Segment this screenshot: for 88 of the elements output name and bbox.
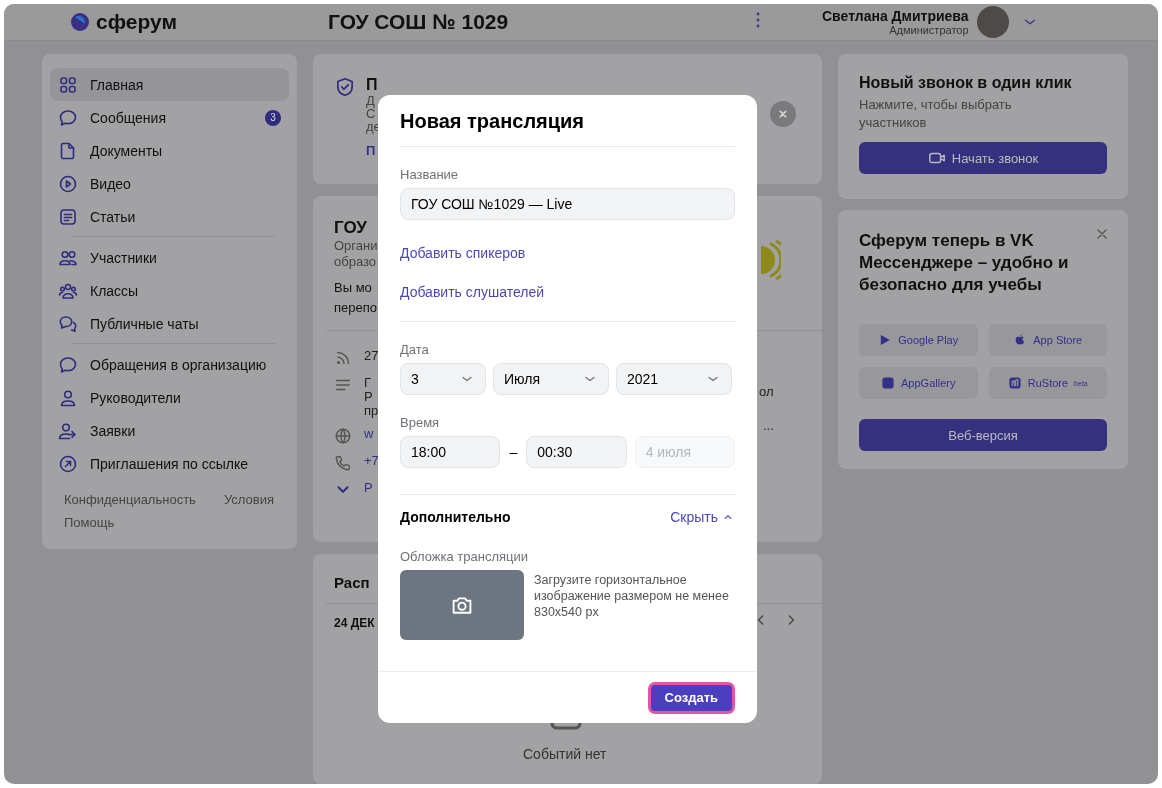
arrow-circle-icon bbox=[58, 453, 78, 474]
date-select[interactable]: Июля bbox=[493, 363, 609, 395]
store-button[interactable]: Google Play bbox=[859, 324, 978, 356]
org-subtitle: образо bbox=[334, 254, 377, 270]
photo-placeholder[interactable] bbox=[400, 570, 524, 640]
person-icon bbox=[58, 387, 78, 408]
logo-icon bbox=[70, 12, 90, 32]
empty-state-text: Событий нет bbox=[523, 746, 607, 762]
add-link[interactable]: Добавить слушателей bbox=[400, 284, 735, 300]
field-label: Время bbox=[400, 415, 441, 430]
sidebar-item[interactable]: Документы bbox=[50, 134, 289, 167]
date-select[interactable]: 3 bbox=[400, 363, 486, 395]
modal-title: Новая трансляция bbox=[400, 95, 735, 147]
avatar[interactable] bbox=[976, 6, 1009, 38]
date-select[interactable]: 2021 bbox=[616, 363, 732, 395]
card-title: Новый звонок в один клик bbox=[859, 74, 1073, 92]
end-date-field: 4 июля bbox=[634, 436, 735, 468]
org-title: ГОУ bbox=[334, 218, 367, 238]
footer-link[interactable]: Помощь bbox=[64, 515, 115, 530]
org-subtitle: Органи bbox=[334, 238, 378, 254]
notice-title: П bbox=[366, 76, 379, 94]
create-button[interactable]: Создать bbox=[647, 681, 735, 714]
sidebar-item[interactable]: Заявки bbox=[50, 414, 289, 447]
user-role: Администратор bbox=[889, 24, 969, 36]
sidebar-item[interactable]: Видео bbox=[50, 167, 289, 200]
phone-icon bbox=[334, 454, 352, 472]
web-version-button[interactable]: Веб-версия bbox=[859, 419, 1107, 451]
sidebar-item[interactable]: Обращения в организацию bbox=[50, 348, 289, 381]
sidebar-item[interactable]: Публичные чаты bbox=[50, 307, 289, 340]
name-field[interactable]: ГОУ СОШ №1029 — Live bbox=[400, 188, 735, 220]
field-label: Название bbox=[400, 167, 460, 182]
time-field[interactable]: 00:30 bbox=[526, 436, 627, 468]
field-label: Обложка трансляции bbox=[400, 549, 529, 564]
sidebar-item[interactable]: Руководители bbox=[50, 381, 289, 414]
schedule-date: 24 ДЕК bbox=[334, 616, 375, 630]
info-text: Г bbox=[364, 376, 373, 390]
store-button[interactable]: App Store bbox=[988, 324, 1107, 356]
info-text: Р bbox=[364, 390, 374, 404]
section-title: Дополнительно bbox=[400, 509, 511, 525]
play-circle-icon bbox=[58, 173, 78, 194]
card-subtitle: Нажмите, чтобы выбрать участников bbox=[859, 96, 1013, 132]
field-label: Дата bbox=[400, 342, 430, 357]
globe-icon bbox=[334, 427, 352, 445]
info-text: пр bbox=[364, 404, 379, 418]
notice-text: С bbox=[366, 107, 377, 120]
contact-link[interactable]: w bbox=[364, 427, 374, 441]
sidebar-item[interactable]: Статьи bbox=[50, 200, 289, 233]
chat-bubbles-icon bbox=[58, 313, 78, 334]
article-icon bbox=[58, 206, 78, 227]
shield-check-icon bbox=[334, 76, 356, 98]
collapse-toggle[interactable]: Скрыть bbox=[670, 509, 735, 525]
promo-title: Сферум теперь в VK Мессенджере – удобно и безопасно для учебы bbox=[859, 230, 1070, 296]
info-text: ... bbox=[763, 418, 774, 433]
contact-link[interactable]: +7 bbox=[364, 454, 379, 468]
footer-link[interactable]: Условия bbox=[223, 492, 274, 507]
add-link[interactable]: Добавить спикеров bbox=[400, 245, 735, 261]
store-button[interactable]: AppGallery bbox=[859, 367, 978, 399]
grid-icon bbox=[58, 74, 78, 95]
organization-title: ГОУ СОШ № 1029 bbox=[328, 10, 510, 34]
sidebar-item[interactable]: Главная bbox=[50, 68, 289, 101]
sidebar-item[interactable]: Приглашения по ссылке bbox=[50, 447, 289, 480]
start-call-button[interactable]: Начать звонок bbox=[859, 142, 1107, 174]
sidebar-item[interactable]: Участники bbox=[50, 241, 289, 274]
footer-link[interactable]: Конфиденциальность bbox=[64, 492, 196, 507]
store-button[interactable]: RuStore $^{beta}$ bbox=[988, 367, 1107, 399]
logo-text[interactable]: сферум bbox=[96, 10, 177, 34]
info-text: ол bbox=[759, 384, 774, 399]
school-logo-drawing bbox=[759, 240, 781, 280]
info-text: 27 bbox=[364, 349, 379, 363]
notice-link[interactable]: П bbox=[366, 143, 381, 158]
app-gallery-icon bbox=[881, 376, 896, 390]
chat-bubble-icon bbox=[58, 354, 78, 375]
time-separator: – bbox=[508, 444, 519, 460]
chat-bubble-icon bbox=[58, 107, 78, 128]
schedule-title: Расп bbox=[334, 574, 370, 591]
cover-hint: Загрузите горизонтальное изображение размером не менее 830x540 px bbox=[534, 572, 730, 621]
sidebar-item[interactable]: Сообщения 3 bbox=[50, 101, 289, 134]
org-description: перепо bbox=[334, 299, 377, 317]
store-icon bbox=[1007, 376, 1022, 390]
time-field[interactable]: 18:00 bbox=[400, 436, 501, 468]
contact-link[interactable]: Р bbox=[364, 481, 373, 495]
sidebar-item[interactable]: Классы bbox=[50, 274, 289, 307]
person-arrow-icon bbox=[58, 420, 78, 441]
user-name: Светлана Дмитриева bbox=[822, 8, 969, 24]
org-description: Вы мо bbox=[334, 279, 372, 297]
count-badge: 3 bbox=[265, 109, 281, 126]
rss-icon bbox=[334, 349, 352, 367]
notice-text: Д bbox=[366, 94, 376, 107]
